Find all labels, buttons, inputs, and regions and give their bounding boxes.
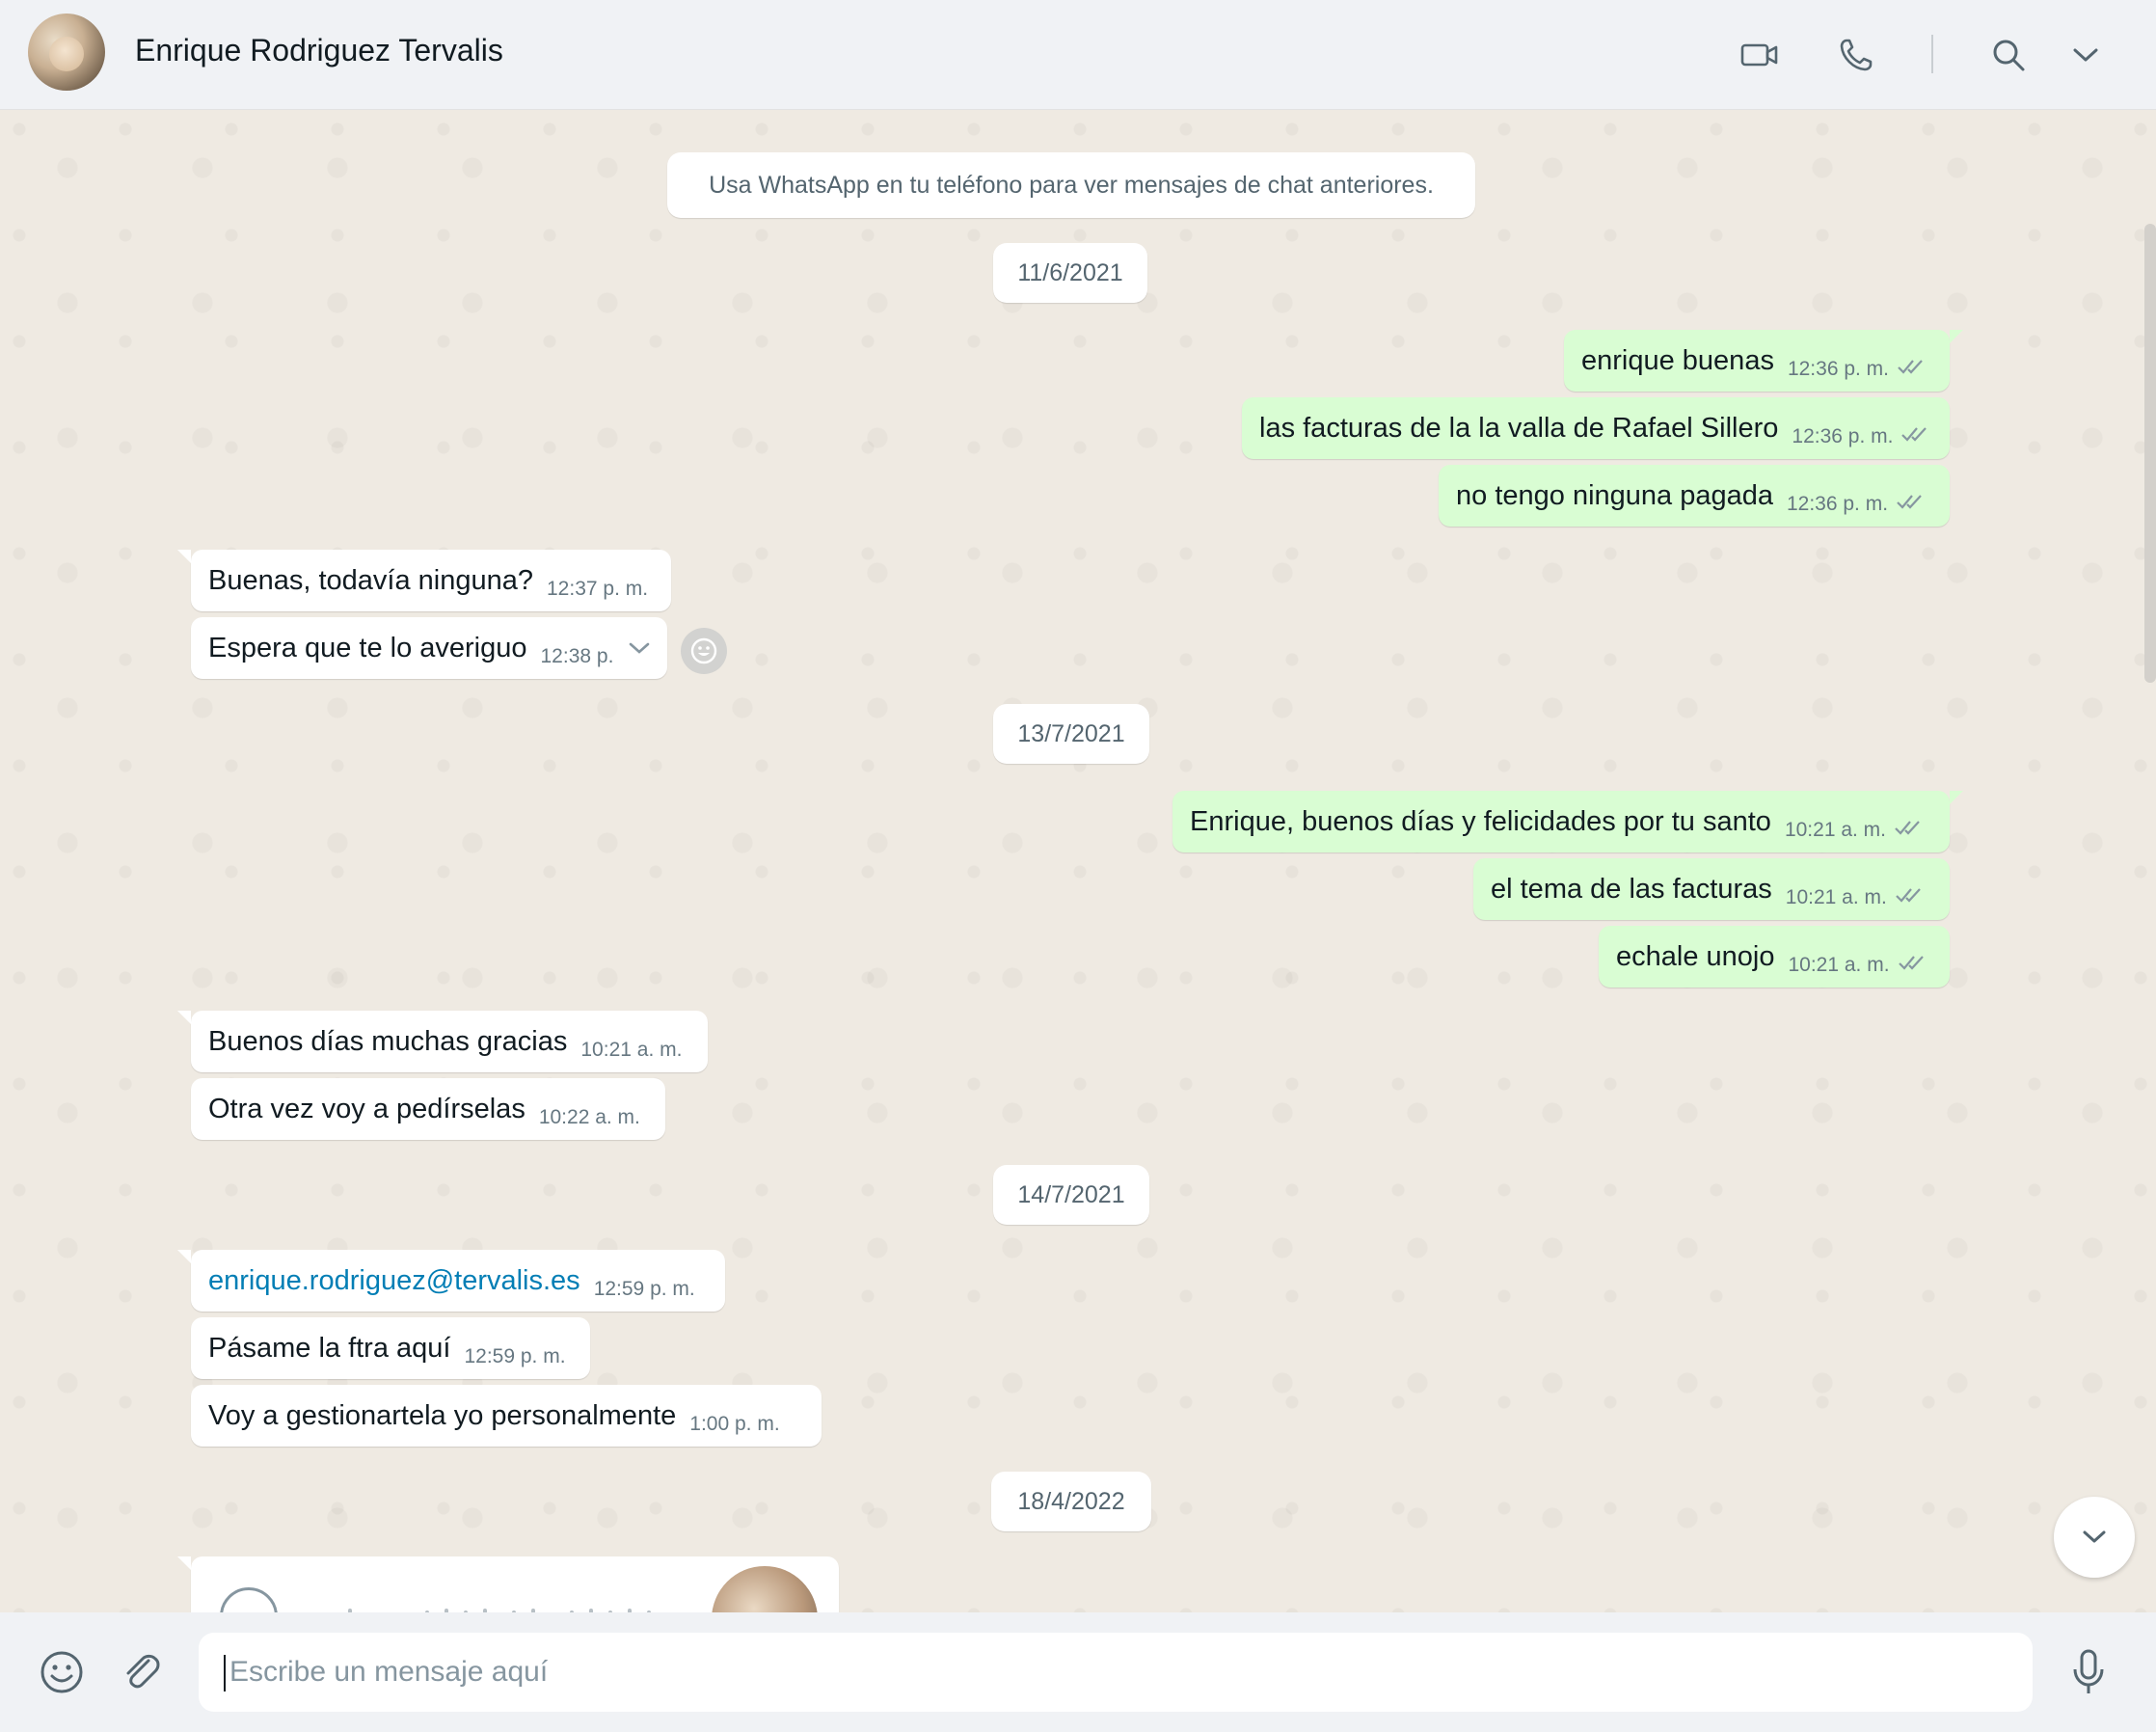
message-time: 12:36 p. m. bbox=[1787, 358, 1890, 380]
message-text: Buenas, todavía ninguna? bbox=[208, 564, 533, 596]
message-text: Enrique, buenos días y felicidades por t… bbox=[1190, 805, 1771, 837]
date-separator: 11/6/2021 bbox=[993, 243, 1147, 303]
chevron-down-icon bbox=[2083, 1530, 2106, 1543]
message-text: enrique buenas bbox=[1581, 344, 1774, 376]
message-time: 10:21 a. m. bbox=[1785, 886, 1887, 908]
message-time: 10:21 a. m. bbox=[1788, 954, 1890, 976]
message-time: 1:00 p. m. bbox=[689, 1413, 780, 1435]
read-ticks-icon bbox=[1895, 886, 1924, 909]
voice-call-icon[interactable] bbox=[1834, 33, 1878, 77]
message-text: Espera que te lo averiguo bbox=[208, 632, 527, 663]
text-caret bbox=[224, 1655, 226, 1691]
message-time: 10:22 a. m. bbox=[538, 1106, 640, 1128]
message-text: el tema de las facturas bbox=[1491, 873, 1772, 905]
contact-name[interactable]: Enrique Rodriguez Tervalis bbox=[135, 33, 503, 68]
message-time: 12:37 p. m. bbox=[547, 578, 649, 600]
outgoing-message[interactable]: las facturas de la la valla de Rafael Si… bbox=[1242, 397, 1950, 459]
date-separator: 18/4/2022 bbox=[991, 1472, 1151, 1531]
menu-chevron-icon[interactable] bbox=[2063, 33, 2108, 77]
message-composer bbox=[0, 1612, 2156, 1732]
message-text: Voy a gestionartela yo personalmente bbox=[208, 1399, 677, 1431]
incoming-message[interactable]: Espera que te lo averiguo 12:38 p. bbox=[191, 617, 667, 679]
reaction-emoji-icon[interactable] bbox=[681, 628, 727, 674]
incoming-message[interactable]: Buenos días muchas gracias 10:21 a. m. bbox=[177, 1011, 708, 1072]
incoming-message[interactable]: enrique.rodriguez@tervalis.es 12:59 p. m… bbox=[177, 1250, 725, 1312]
outgoing-message[interactable]: enrique buenas 12:36 p. m. bbox=[1564, 330, 1963, 392]
message-time: 12:36 p. m. bbox=[1786, 493, 1889, 515]
header-divider bbox=[1931, 35, 1933, 73]
read-ticks-icon bbox=[1897, 358, 1926, 381]
contact-avatar[interactable] bbox=[28, 14, 105, 91]
message-input[interactable] bbox=[199, 1633, 2033, 1712]
scroll-to-bottom-button[interactable] bbox=[2054, 1497, 2135, 1578]
read-ticks-icon bbox=[1898, 954, 1927, 977]
date-separator: 13/7/2021 bbox=[993, 704, 1149, 764]
scrollbar[interactable] bbox=[2144, 224, 2156, 683]
incoming-message[interactable]: Voy a gestionartela yo personalmente 1:0… bbox=[191, 1385, 822, 1447]
message-text: no tengo ninguna pagada bbox=[1456, 479, 1773, 511]
message-time: 12:36 p. m. bbox=[1792, 425, 1894, 447]
outgoing-message[interactable]: Enrique, buenos días y felicidades por t… bbox=[1172, 791, 1963, 852]
incoming-message[interactable]: Otra vez voy a pedírselas 10:22 a. m. bbox=[191, 1078, 665, 1140]
message-options-chevron-icon[interactable] bbox=[627, 633, 652, 664]
read-ticks-icon bbox=[1896, 493, 1925, 516]
outgoing-message[interactable]: echale unojo 10:21 a. m. bbox=[1599, 926, 1950, 988]
message-time: 12:38 p. bbox=[540, 645, 614, 667]
message-text: Pásame la ftra aquí bbox=[208, 1332, 451, 1364]
message-time: 10:21 a. m. bbox=[1784, 819, 1887, 841]
message-text: Otra vez voy a pedírselas bbox=[208, 1093, 526, 1124]
outgoing-message[interactable]: no tengo ninguna pagada 12:36 p. m. bbox=[1439, 465, 1950, 527]
video-call-icon[interactable] bbox=[1738, 33, 1782, 77]
outgoing-message[interactable]: el tema de las facturas 10:21 a. m. bbox=[1473, 858, 1950, 920]
system-notice: Usa WhatsApp en tu teléfono para ver men… bbox=[667, 152, 1475, 218]
incoming-message[interactable]: Buenas, todavía ninguna? 12:37 p. m. bbox=[177, 550, 671, 611]
message-text: echale unojo bbox=[1616, 940, 1775, 972]
attach-icon[interactable] bbox=[116, 1647, 166, 1697]
email-link[interactable]: enrique.rodriguez@tervalis.es bbox=[208, 1265, 580, 1297]
message-text: Buenos días muchas gracias bbox=[208, 1025, 568, 1057]
message-time: 10:21 a. m. bbox=[580, 1039, 683, 1061]
message-time: 12:59 p. m. bbox=[464, 1345, 566, 1367]
read-ticks-icon bbox=[1900, 425, 1929, 448]
incoming-message[interactable]: Pásame la ftra aquí 12:59 p. m. bbox=[191, 1317, 590, 1379]
emoji-icon[interactable] bbox=[37, 1647, 87, 1697]
read-ticks-icon bbox=[1894, 819, 1923, 842]
microphone-icon[interactable] bbox=[2063, 1647, 2114, 1697]
message-text: las facturas de la la valla de Rafael Si… bbox=[1259, 412, 1779, 444]
message-time: 12:59 p. m. bbox=[593, 1278, 695, 1300]
date-separator: 14/7/2021 bbox=[993, 1165, 1149, 1225]
search-icon[interactable] bbox=[1986, 33, 2031, 77]
chat-header: Enrique Rodriguez Tervalis bbox=[0, 0, 2156, 110]
